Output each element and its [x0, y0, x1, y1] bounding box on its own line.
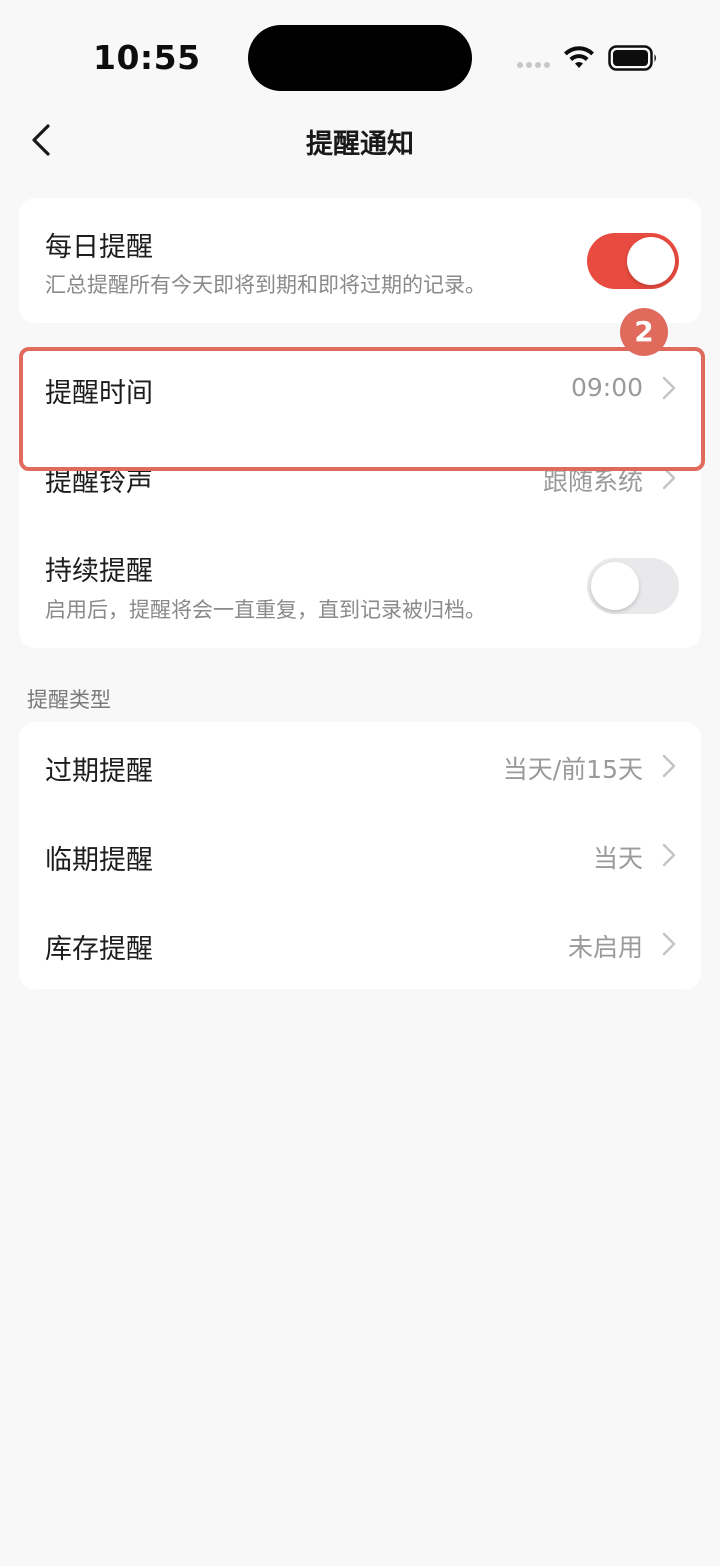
chevron-right-icon: [662, 466, 676, 490]
stock-reminder-value: 未启用: [567, 933, 643, 962]
daily-reminder-title: 每日提醒: [45, 232, 153, 263]
expired-reminder-row[interactable]: 过期提醒 当天/前15天: [19, 722, 701, 811]
reminder-types-card: 过期提醒 当天/前15天 临期提醒 当天 库存提醒 未启用: [19, 722, 701, 989]
cellular-signal-icon: [517, 62, 550, 68]
persistent-reminder-subtitle: 启用后，提醒将会一直重复，直到记录被归档。: [45, 598, 486, 622]
persistent-reminder-title: 持续提醒: [45, 556, 153, 587]
reminder-sound-value: 跟随系统: [542, 467, 643, 496]
status-time: 10:55: [93, 38, 201, 77]
stock-reminder-row[interactable]: 库存提醒 未启用: [19, 900, 701, 989]
chevron-right-icon: [662, 843, 676, 867]
reminder-sound-row[interactable]: 提醒铃声 跟随系统: [19, 437, 701, 527]
daily-reminder-card: 每日提醒 汇总提醒所有今天即将到期和即将过期的记录。: [19, 198, 701, 323]
page-title: 提醒通知: [306, 129, 414, 160]
wifi-icon: [564, 46, 594, 68]
reminder-time-row[interactable]: 提醒时间 09:00: [19, 347, 701, 437]
toggle-knob: [627, 237, 675, 285]
battery-icon: [608, 45, 656, 71]
reminder-time-label: 提醒时间: [45, 378, 153, 409]
expiring-reminder-row[interactable]: 临期提醒 当天: [19, 811, 701, 900]
reminder-settings-card: 提醒时间 09:00 提醒铃声 跟随系统 持续提醒 启用后，提醒将会一直重复，直…: [19, 347, 701, 648]
chevron-right-icon: [662, 932, 676, 956]
chevron-right-icon: [662, 754, 676, 778]
chevron-right-icon: [662, 376, 676, 400]
daily-reminder-toggle[interactable]: [587, 233, 679, 289]
daily-reminder-subtitle: 汇总提醒所有今天即将到期和即将过期的记录。: [45, 273, 486, 297]
reminder-sound-label: 提醒铃声: [45, 467, 153, 498]
expired-reminder-label: 过期提醒: [45, 756, 153, 787]
expiring-reminder-value: 当天: [592, 844, 643, 873]
section-header-reminder-types: 提醒类型: [27, 688, 111, 712]
toggle-knob: [591, 562, 639, 610]
stock-reminder-label: 库存提醒: [45, 934, 153, 965]
persistent-reminder-toggle[interactable]: [587, 558, 679, 614]
step-number-badge: 2: [620, 308, 668, 356]
dynamic-island: [248, 25, 472, 91]
expiring-reminder-label: 临期提醒: [45, 845, 153, 876]
persistent-reminder-row: 持续提醒 启用后，提醒将会一直重复，直到记录被归档。: [19, 527, 701, 648]
expired-reminder-value: 当天/前15天: [502, 755, 643, 784]
daily-reminder-row: 每日提醒 汇总提醒所有今天即将到期和即将过期的记录。: [19, 198, 701, 323]
reminder-time-value: 09:00: [570, 373, 643, 402]
